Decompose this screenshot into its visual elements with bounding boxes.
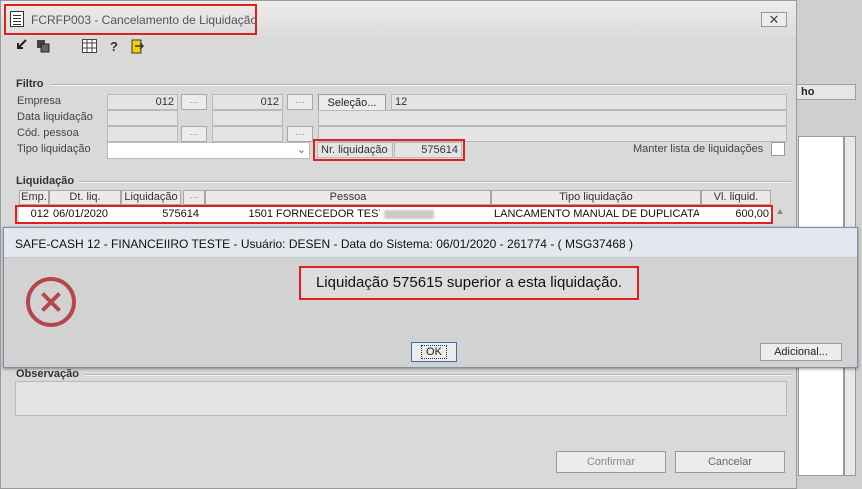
empresa-from-lookup-button[interactable]: ··· xyxy=(181,94,207,110)
data-liquidacao-label: Data liquidação xyxy=(17,111,93,123)
arrow-icon[interactable] xyxy=(13,39,29,55)
filtro-divider xyxy=(51,84,791,86)
empresa-to-field[interactable]: 012 xyxy=(212,94,283,110)
manter-lista-label: Manter lista de liquidações xyxy=(633,143,764,155)
column-header-vl-liquid[interactable]: Vl. liquid. xyxy=(701,190,771,205)
calendar-icon[interactable] xyxy=(81,39,97,55)
column-header-liquidacao[interactable]: Liquidação xyxy=(121,190,181,205)
liquidacao-label: Liquidação xyxy=(16,175,75,187)
ok-button-label: OK xyxy=(421,345,447,359)
toolbar: ? xyxy=(9,39,209,59)
help-icon[interactable]: ? xyxy=(106,39,122,55)
dialog-message: Liquidação 575615 superior a esta liquid… xyxy=(299,266,639,300)
cancelar-button[interactable]: Cancelar xyxy=(675,451,785,473)
selecao-field[interactable]: 12 xyxy=(391,94,787,110)
tipo-liquidacao-select[interactable]: ⌄ xyxy=(107,142,310,159)
observacao-divider xyxy=(85,374,791,376)
scroll-up-icon[interactable]: ▲ xyxy=(774,206,786,222)
cell-dt-liq: 06/01/2020 xyxy=(53,208,109,220)
cell-pessoa-nome: FORNECEDOR TESTE xyxy=(276,208,380,220)
empresa-label: Empresa xyxy=(17,95,62,107)
exit-icon[interactable] xyxy=(129,39,145,55)
close-button[interactable]: ✕ xyxy=(761,12,787,27)
selecao-button[interactable]: Seleção... xyxy=(318,94,386,111)
error-icon xyxy=(26,277,76,327)
ok-button[interactable]: OK xyxy=(411,342,457,362)
document-icon xyxy=(10,11,24,27)
message-dialog: SAFE-CASH 12 - FINANCEIIRO TESTE - Usuár… xyxy=(3,227,858,368)
tipo-liquidacao-label: Tipo liquidação xyxy=(17,143,91,155)
cod-pessoa-to-field[interactable] xyxy=(212,126,283,142)
confirmar-button[interactable]: Confirmar xyxy=(556,451,666,473)
filtro-label: Filtro xyxy=(16,78,44,90)
manter-lista-checkbox[interactable] xyxy=(771,142,785,156)
cell-emp: 012 xyxy=(30,208,49,220)
cell-pessoa-cod: 1501 xyxy=(248,208,273,220)
empresa-to-lookup-button[interactable]: ··· xyxy=(287,94,313,110)
adicional-button[interactable]: Adicional... xyxy=(760,343,842,361)
nr-liquidacao-field[interactable]: 575614 xyxy=(394,142,462,158)
copy-icon[interactable] xyxy=(35,39,51,55)
column-header-tipo-liquidacao[interactable]: Tipo liquidação xyxy=(491,190,701,205)
observacao-label: Observação xyxy=(16,368,79,380)
background-column-header: ho xyxy=(796,84,856,100)
redacted-name xyxy=(384,210,434,219)
data-liquidacao-extra-field xyxy=(318,110,787,126)
column-header-dt-liq[interactable]: Dt. liq. xyxy=(49,190,121,205)
nr-liquidacao-label: Nr. liquidação xyxy=(317,142,393,158)
empresa-from-field[interactable]: 012 xyxy=(107,94,178,110)
column-header-pessoa[interactable]: Pessoa xyxy=(205,190,491,205)
cod-pessoa-to-lookup-button[interactable]: ··· xyxy=(287,126,313,142)
data-liquidacao-from-field[interactable] xyxy=(107,110,178,126)
dialog-title: SAFE-CASH 12 - FINANCEIIRO TESTE - Usuár… xyxy=(4,228,857,258)
data-liquidacao-to-field[interactable] xyxy=(212,110,283,126)
column-header-emp[interactable]: Emp. xyxy=(19,190,49,205)
cod-pessoa-label: Cód. pessoa xyxy=(17,127,79,139)
cell-tipo-liquidacao: LANCAMENTO MANUAL DE DUPLICATA xyxy=(494,208,699,220)
cod-pessoa-from-lookup-button[interactable]: ··· xyxy=(181,126,207,142)
observacao-field[interactable] xyxy=(15,381,787,416)
column-lookup-button[interactable]: ··· xyxy=(183,190,205,205)
window-title: FCRFP003 - Cancelamento de Liquidação xyxy=(31,13,258,27)
liquidacao-divider xyxy=(79,181,791,183)
cod-pessoa-from-field[interactable] xyxy=(107,126,178,142)
cell-liquidacao: 575614 xyxy=(162,208,199,220)
chevron-down-icon[interactable]: ⌄ xyxy=(297,143,306,157)
cell-vl-liquid: 600,00 xyxy=(735,208,769,220)
